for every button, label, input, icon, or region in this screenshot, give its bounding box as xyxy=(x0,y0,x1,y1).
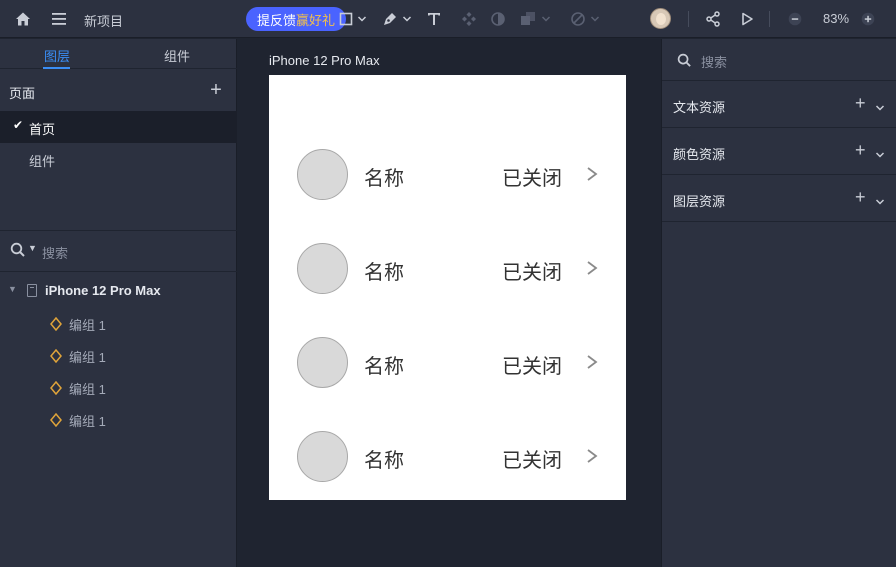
design-canvas[interactable]: iPhone 12 Pro Max 名称 已关闭 名称 已关闭 名称 已关闭 名… xyxy=(238,39,660,567)
layer-search[interactable]: ▼ 搜索 xyxy=(0,231,237,271)
boolean-icon[interactable] xyxy=(518,9,538,29)
resource-search-input[interactable]: 搜索 xyxy=(701,52,727,71)
resource-label: 文本资源 xyxy=(673,100,726,115)
chevron-right-icon xyxy=(586,448,598,467)
chevron-down-icon[interactable] xyxy=(875,147,885,162)
layer-item[interactable]: 编组 1 xyxy=(0,311,237,335)
share-icon[interactable] xyxy=(703,9,723,29)
list-item[interactable]: 名称 已关闭 xyxy=(269,335,626,391)
avatar[interactable] xyxy=(650,8,671,29)
item-name: 名称 xyxy=(364,262,404,284)
project-title[interactable]: 新项目 xyxy=(84,11,123,30)
item-name: 名称 xyxy=(364,356,404,378)
page-item-label: 组件 xyxy=(29,154,56,169)
pages-header: 页面 + xyxy=(0,79,237,101)
resource-section-layer[interactable]: 图层资源 + xyxy=(662,175,896,222)
feedback-gift-label: 赢好礼 xyxy=(296,12,336,28)
chevron-right-icon xyxy=(586,354,598,373)
home-icon[interactable] xyxy=(13,9,33,29)
layer-item-label: 编组 1 xyxy=(69,414,106,429)
top-toolbar: 新项目 提反馈 赢好礼 83% xyxy=(0,0,896,38)
text-tool-icon[interactable] xyxy=(424,9,444,29)
avatar-placeholder xyxy=(297,337,348,388)
zoom-level[interactable]: 83% xyxy=(823,11,849,26)
chevron-right-icon xyxy=(586,166,598,185)
chevron-down-icon[interactable] xyxy=(875,194,885,209)
layer-tree-root[interactable]: ▼ iPhone 12 Pro Max xyxy=(0,279,237,303)
layer-item[interactable]: 编组 1 xyxy=(0,375,237,399)
component-icon[interactable] xyxy=(459,9,479,29)
add-icon[interactable]: + xyxy=(855,93,866,114)
layer-search-input[interactable]: 搜索 xyxy=(42,243,68,262)
chevron-down-icon[interactable] xyxy=(397,9,417,29)
feedback-button[interactable]: 提反馈 赢好礼 xyxy=(246,7,346,31)
active-tab-indicator xyxy=(43,67,70,69)
chevron-down-icon[interactable] xyxy=(352,9,372,29)
tab-layers[interactable]: 图层 xyxy=(44,46,70,65)
group-icon xyxy=(50,380,62,398)
layer-item-label: 编组 1 xyxy=(69,350,106,365)
list-item[interactable]: 名称 已关闭 xyxy=(269,429,626,485)
resource-section-text[interactable]: 文本资源 + xyxy=(662,81,896,128)
panel-tabs: 图层 组件 xyxy=(0,39,237,69)
resource-label: 图层资源 xyxy=(673,194,726,209)
group-icon xyxy=(50,348,62,366)
list-item[interactable]: 名称 已关闭 xyxy=(269,241,626,297)
page-item-label: 首页 xyxy=(29,122,56,137)
artboard-title[interactable]: iPhone 12 Pro Max xyxy=(269,53,380,68)
page-item-components[interactable]: 组件 xyxy=(0,143,237,175)
chevron-down-icon[interactable] xyxy=(536,9,556,29)
avatar-placeholder xyxy=(297,149,348,200)
resource-label: 颜色资源 xyxy=(673,147,726,162)
search-icon xyxy=(677,53,692,71)
list-item[interactable]: 名称 已关闭 xyxy=(269,147,626,203)
layer-item-label: 编组 1 xyxy=(69,382,106,397)
pages-title: 页面 xyxy=(9,86,36,101)
chevron-right-icon xyxy=(586,260,598,279)
artboard-icon xyxy=(27,284,37,297)
add-icon[interactable]: + xyxy=(855,140,866,161)
item-status: 已关闭 xyxy=(502,262,562,284)
check-icon: ✔ xyxy=(13,118,24,132)
resource-section-color[interactable]: 颜色资源 + xyxy=(662,128,896,175)
mask-icon[interactable] xyxy=(488,9,508,29)
item-status: 已关闭 xyxy=(502,356,562,378)
avatar-placeholder xyxy=(297,243,348,294)
item-status: 已关闭 xyxy=(502,450,562,472)
layer-root-label: iPhone 12 Pro Max xyxy=(45,283,161,298)
toolbar-divider xyxy=(769,11,770,27)
add-icon[interactable]: + xyxy=(855,187,866,208)
item-name: 名称 xyxy=(364,450,404,472)
layer-item-label: 编组 1 xyxy=(69,318,106,333)
menu-icon[interactable] xyxy=(49,9,69,29)
resource-search[interactable]: 搜索 xyxy=(662,39,896,81)
chevron-down-icon[interactable]: ▼ xyxy=(8,284,17,294)
right-panel: 搜索 文本资源 + 颜色资源 + 图层资源 + xyxy=(661,39,896,567)
zoom-out-icon[interactable] xyxy=(785,9,805,29)
feedback-label: 提反馈 xyxy=(257,12,297,28)
page-item-home[interactable]: ✔ 首页 xyxy=(0,111,237,143)
search-icon xyxy=(10,242,26,261)
play-icon[interactable] xyxy=(737,9,757,29)
item-name: 名称 xyxy=(364,168,404,190)
layer-item[interactable]: 编组 1 xyxy=(0,343,237,367)
item-status: 已关闭 xyxy=(502,168,562,190)
add-page-button[interactable]: + xyxy=(207,79,225,101)
toolbar-divider xyxy=(688,11,689,27)
chevron-down-icon[interactable] xyxy=(585,9,605,29)
avatar-placeholder xyxy=(297,431,348,482)
chevron-down-icon[interactable]: ▼ xyxy=(28,243,37,253)
left-panel: 图层 组件 页面 + ✔ 首页 组件 ▼ 搜索 ▼ iPhone 12 Pro … xyxy=(0,39,237,567)
layer-item[interactable]: 编组 1 xyxy=(0,407,237,431)
group-icon xyxy=(50,316,62,334)
tab-components[interactable]: 组件 xyxy=(164,46,190,65)
chevron-down-icon[interactable] xyxy=(875,100,885,115)
divider xyxy=(0,271,237,272)
zoom-in-icon[interactable] xyxy=(858,9,878,29)
group-icon xyxy=(50,412,62,430)
artboard[interactable]: 名称 已关闭 名称 已关闭 名称 已关闭 名称 已关闭 xyxy=(269,75,626,500)
